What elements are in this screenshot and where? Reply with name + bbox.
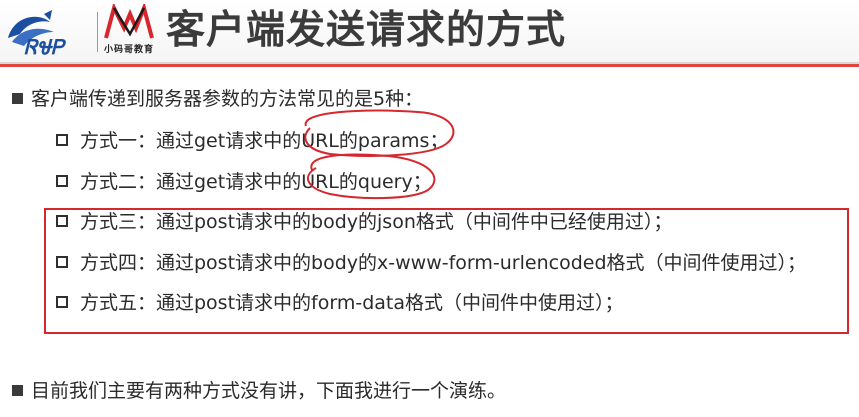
logo-divider: [97, 12, 98, 52]
logo: ᏒᏠᏢ: [4, 8, 96, 59]
hollow-square-icon: [56, 175, 68, 187]
page-title: 客户端发送请求的方式: [166, 8, 567, 53]
method-text: 方式一：通过get请求中的URL的params；: [80, 130, 449, 152]
logo-fish-icon: ᏒᏠᏢ: [8, 10, 67, 59]
footer-bullet: 目前我们主要有两种方式没有讲，下面我进行一个演练。: [12, 378, 506, 404]
method-item-2: 方式二：通过get请求中的URL的query；: [56, 169, 432, 195]
bullet-square-icon: [12, 385, 23, 396]
bullet-square-icon: [12, 93, 23, 104]
intro-bullet: 客户端传递到服务器参数的方法常见的是5种：: [12, 86, 423, 112]
slide-header: ᏒᏠᏢ 小码哥教育 客户端发送请求的方式: [0, 0, 859, 62]
annotation-box: [44, 208, 849, 334]
header-rule-red: [0, 64, 859, 67]
hollow-square-icon: [56, 134, 68, 146]
footer-text: 目前我们主要有两种方式没有讲，下面我进行一个演练。: [31, 380, 507, 402]
brand-m-icon: [104, 1, 154, 39]
method-text: 方式二：通过get请求中的URL的query；: [80, 171, 432, 193]
method-item-1: 方式一：通过get请求中的URL的params；: [56, 128, 448, 154]
brand-logo: 小码哥教育: [100, 1, 158, 58]
svg-text:ᏒᏠᏢ: ᏒᏠᏢ: [24, 35, 67, 58]
brand-name: 小码哥教育: [103, 45, 154, 55]
intro-text: 客户端传递到服务器参数的方法常见的是5种：: [31, 88, 424, 110]
